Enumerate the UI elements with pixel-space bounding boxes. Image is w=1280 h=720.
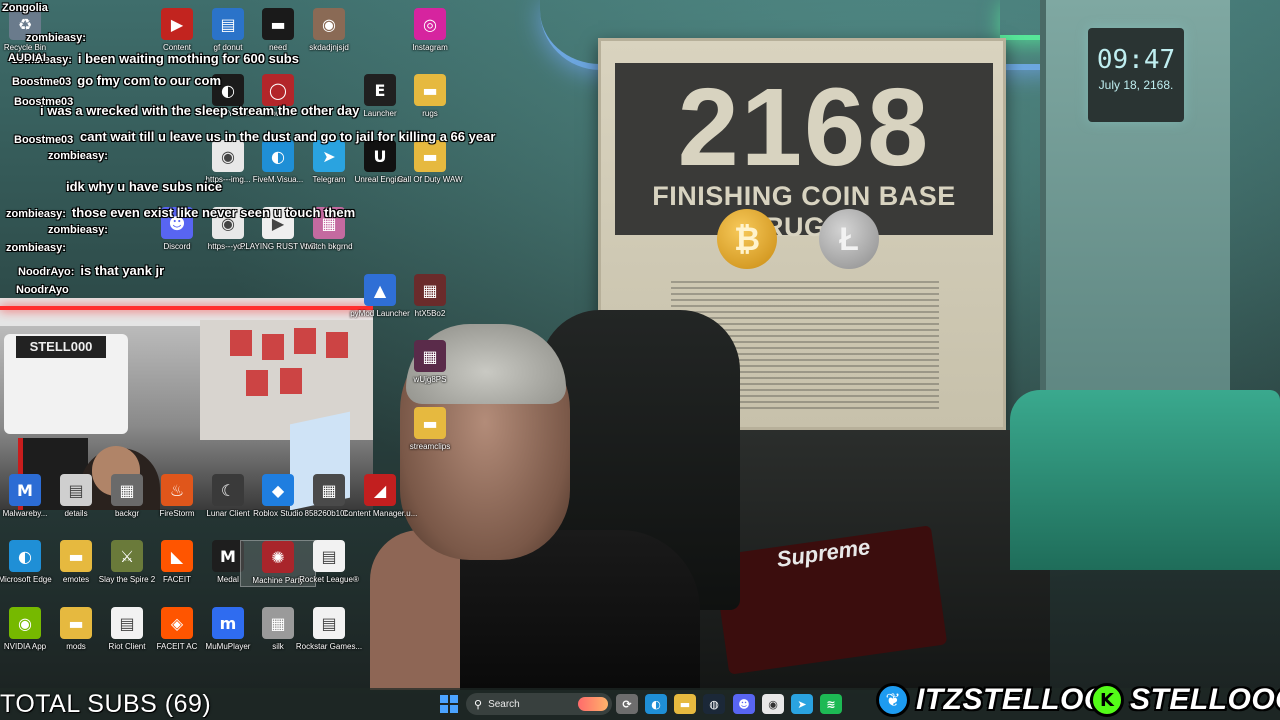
chat-message: NoodrAyo: is that yank jr xyxy=(18,262,164,280)
desktop-icon-label: Rocket League® xyxy=(299,575,359,584)
desktop-icon-label: streamclips xyxy=(409,442,451,451)
image-icon: ▦ xyxy=(313,474,345,506)
desktop-icon-label: htX5Bo2 xyxy=(414,309,446,318)
kick-handle: STELLOOO xyxy=(1130,683,1280,716)
chat-username: zombieasy: xyxy=(48,224,108,236)
chat-message: zombieasy: xyxy=(48,220,108,238)
folder-icon: ▬ xyxy=(60,540,92,572)
chat-username: Boostme03 xyxy=(14,134,74,146)
twitter-icon: ❦ xyxy=(876,683,910,717)
faceit-ac-icon: ◈ xyxy=(161,607,193,639)
wall-clock: 09:47 July 18, 2168. xyxy=(1088,28,1184,122)
twitter-handle-badge: ❦ ITZSTELLOO xyxy=(876,680,1108,720)
faceit-icon: ◣ xyxy=(161,540,193,572)
poster-header: 2168 FINISHING COIN BASE RUGS xyxy=(615,63,993,242)
folder-icon: ▬ xyxy=(60,607,92,639)
desktop-icon-label: Rockstar Games... xyxy=(295,642,363,651)
poster-number: 2168 xyxy=(677,66,931,189)
desktop-icon[interactable]: ◢ Content Manager.u... xyxy=(342,474,418,519)
chat-text: i been waiting mothing for 600 subs xyxy=(77,51,299,66)
spotify-icon[interactable]: ≋ xyxy=(820,694,842,714)
chat-message: zombieasy: xyxy=(26,28,86,46)
image-icon: ▦ xyxy=(262,607,294,639)
chat-text: is that yank jr xyxy=(80,263,165,278)
telegram-icon[interactable]: ➤ xyxy=(791,694,813,714)
kick-icon: K xyxy=(1090,683,1124,717)
chat-message: zombieasy: xyxy=(6,238,66,256)
bed xyxy=(1010,390,1280,570)
nvidia-icon: ◉ xyxy=(9,607,41,639)
desktop-icon[interactable]: ▤ Rocket League® xyxy=(291,540,367,585)
chat-message: idk why u have subs nice xyxy=(66,178,222,196)
chat-message: zombieasy: i been waiting mothing for 600… xyxy=(12,50,299,68)
start-button[interactable] xyxy=(438,694,460,714)
poster-caption: FINISHING COIN BASE RUGS xyxy=(652,181,956,242)
clock-time: 09:47 xyxy=(1096,45,1176,75)
chat-message: zombieasy: xyxy=(48,146,108,164)
chat-overlay: Zongolia zombieasy: zombieasy: i been waiti… xyxy=(0,0,520,300)
chat-username: zombieasy: xyxy=(26,32,86,44)
task-view-icon[interactable]: ⟳ xyxy=(616,694,638,714)
search-highlight-icon xyxy=(578,697,608,711)
chat-message: Boostme03 go fmy com to our com xyxy=(12,72,221,90)
firestorm-icon: ♨ xyxy=(161,474,193,506)
roblox-studio-icon: ◆ xyxy=(262,474,294,506)
chat-message: Zongolia xyxy=(2,0,48,16)
search-icon: ⚲ xyxy=(474,697,483,711)
folder-icon: ▬ xyxy=(414,407,446,439)
chat-username: zombieasy: xyxy=(6,242,66,254)
chat-text: those even exist like never seen u touch… xyxy=(71,205,356,220)
chat-username: Zongolia xyxy=(2,2,48,14)
chat-username: Boostme03 xyxy=(12,76,72,88)
file-explorer-icon[interactable]: ▬ xyxy=(674,694,696,714)
chat-username: NoodrAyo: xyxy=(18,266,75,278)
chat-username: AUDIAI xyxy=(8,52,46,64)
chat-username: zombieasy: xyxy=(48,150,108,162)
document-icon: ▤ xyxy=(313,607,345,639)
chat-text: i was a wrecked with the sleep stream th… xyxy=(40,103,360,118)
machine-party-icon: ✺ xyxy=(262,541,294,573)
desktop-icon[interactable]: ▤ Rockstar Games... xyxy=(291,607,367,652)
malwarebytes-icon: M xyxy=(9,474,41,506)
chat-message: NoodrAyo xyxy=(16,280,69,298)
chat-text: cant wait till u leave us in the dust an… xyxy=(80,129,496,144)
desktop-icon-label: Content Manager.u... xyxy=(342,509,418,518)
chat-text: go fmy com to our com xyxy=(77,73,222,88)
total-subs-counter: TOTAL SUBS (69) xyxy=(0,690,212,718)
webcam-led-strip xyxy=(0,306,373,310)
edge-icon: ◐ xyxy=(9,540,41,572)
chrome-icon[interactable]: ◉ xyxy=(762,694,784,714)
chat-message: AUDIAI xyxy=(8,48,46,66)
bitcoin-icon: ₿ xyxy=(717,209,777,269)
edge-icon[interactable]: ◐ xyxy=(645,694,667,714)
document-icon: ▤ xyxy=(60,474,92,506)
desktop-icon-label: wUjg8PS xyxy=(413,375,447,384)
chat-message: i was a wrecked with the sleep stream th… xyxy=(40,102,359,120)
chat-username: zombieasy: xyxy=(6,208,66,220)
document-icon: ▤ xyxy=(313,540,345,572)
steam-icon[interactable]: ◍ xyxy=(703,694,725,714)
chat-message: cant wait till u leave us in the dust an… xyxy=(80,128,495,146)
clock-date: July 18, 2168. xyxy=(1098,78,1174,92)
twitter-handle: ITZSTELLOO xyxy=(916,683,1108,716)
chat-username: NoodrAyo xyxy=(16,284,69,296)
discord-icon[interactable]: ☻ xyxy=(733,694,755,714)
kick-handle-badge: K STELLOOO xyxy=(1090,680,1280,720)
desktop-icon[interactable]: ▬ streamclips xyxy=(392,407,468,452)
search-label: Search xyxy=(488,698,520,710)
webcam-shirt-text: STELL000 xyxy=(16,336,106,358)
desktop-icon[interactable]: ▦ wUjg8PS xyxy=(392,340,468,385)
content-manager-icon: ◢ xyxy=(364,474,396,506)
chat-text: idk why u have subs nice xyxy=(66,179,223,194)
litecoin-icon: Ł xyxy=(819,209,879,269)
image-icon: ▦ xyxy=(414,340,446,372)
